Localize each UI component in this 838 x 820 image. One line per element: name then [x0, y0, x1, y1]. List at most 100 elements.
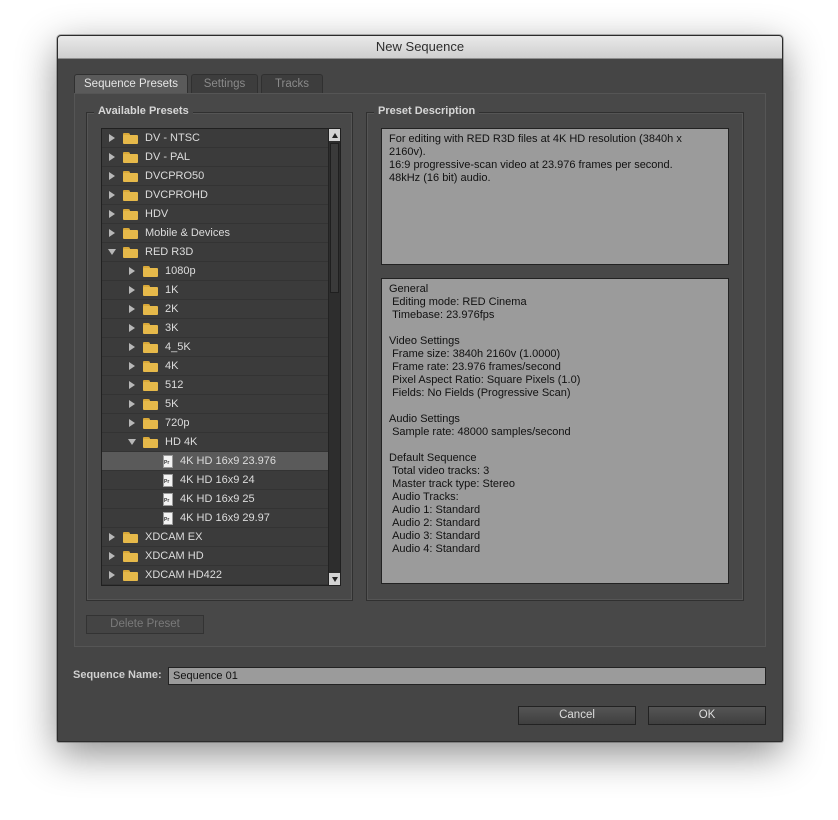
tab-tracks[interactable]: Tracks	[261, 74, 323, 93]
preset-folder-row[interactable]: HDV	[102, 205, 328, 224]
sequence-name-input[interactable]	[168, 667, 766, 685]
preset-folder-row[interactable]: RED R3D	[102, 243, 328, 262]
preset-label: HD 4K	[165, 436, 198, 448]
preset-label: 4K HD 16x9 24	[180, 474, 255, 486]
folder-icon	[143, 341, 158, 353]
preset-folder-row[interactable]: 2K	[102, 300, 328, 319]
preset-folder-row[interactable]: DV - PAL	[102, 148, 328, 167]
scroll-up-button[interactable]	[329, 129, 340, 141]
sequence-name-label: Sequence Name:	[73, 669, 162, 681]
presets-tree[interactable]: DV - NTSC DV - PAL DVCPRO50 DVCPROHD HDV Mobi…	[101, 128, 341, 586]
preset-folder-row[interactable]: 3K	[102, 319, 328, 338]
folder-icon	[143, 303, 158, 315]
preset-label: 5K	[165, 398, 179, 410]
scroll-down-button[interactable]	[329, 573, 340, 585]
preset-label: DVCPRO50	[145, 170, 205, 182]
disclosure-right-icon[interactable]	[107, 190, 117, 200]
disclosure-right-icon[interactable]	[107, 228, 117, 238]
preset-folder-row[interactable]: XDCAM HD	[102, 547, 328, 566]
ok-button[interactable]: OK	[648, 706, 766, 725]
preset-folder-row[interactable]: 1K	[102, 281, 328, 300]
folder-icon	[143, 322, 158, 334]
disclosure-right-icon[interactable]	[107, 171, 117, 181]
preset-label: 4K HD 16x9 29.97	[180, 512, 270, 524]
folder-icon	[143, 284, 158, 296]
preset-file-row[interactable]: Pr 4K HD 16x9 24	[102, 471, 328, 490]
preset-folder-row[interactable]: 4K	[102, 357, 328, 376]
available-presets-group: Available Presets DV - NTSC DV - PAL DVCPR…	[86, 105, 353, 601]
preset-file-row[interactable]: Pr 4K HD 16x9 25	[102, 490, 328, 509]
folder-icon	[123, 227, 138, 239]
disclosure-right-icon[interactable]	[127, 399, 137, 409]
preset-label: 2K	[165, 303, 179, 315]
preset-label: XDCAM EX	[145, 531, 203, 543]
preset-folder-row[interactable]: 720p	[102, 414, 328, 433]
preset-label: 4K	[165, 360, 179, 372]
disclosure-right-icon[interactable]	[127, 304, 137, 314]
preset-label: 1080p	[165, 265, 196, 277]
preset-label: DV - PAL	[145, 151, 191, 163]
preset-file-row[interactable]: Pr 4K HD 16x9 29.97	[102, 509, 328, 528]
folder-icon	[123, 151, 138, 163]
preset-folder-row[interactable]: DVCPROHD	[102, 186, 328, 205]
folder-icon	[123, 550, 138, 562]
scroll-thumb[interactable]	[330, 143, 339, 293]
preset-details-text: General Editing mode: RED Cinema Timebas…	[381, 278, 729, 584]
preset-label: 3K	[165, 322, 179, 334]
dialog-title: New Sequence	[58, 36, 782, 59]
preset-label: DV - NTSC	[145, 132, 200, 144]
disclosure-right-icon[interactable]	[127, 266, 137, 276]
preset-folder-row[interactable]: 512	[102, 376, 328, 395]
disclosure-right-icon[interactable]	[107, 133, 117, 143]
preset-folder-row[interactable]: XDCAM HD422	[102, 566, 328, 585]
disclosure-right-icon[interactable]	[127, 361, 137, 371]
disclosure-right-icon[interactable]	[127, 418, 137, 428]
preset-label: 4K HD 16x9 23.976	[180, 455, 277, 467]
preset-label: HDV	[145, 208, 169, 220]
folder-icon	[143, 379, 158, 391]
preset-folder-row[interactable]: DVCPRO50	[102, 167, 328, 186]
preset-label: 1K	[165, 284, 179, 296]
preset-label: Mobile & Devices	[145, 227, 230, 239]
folder-icon	[143, 436, 158, 448]
preset-folder-row[interactable]: 1080p	[102, 262, 328, 281]
folder-icon	[143, 360, 158, 372]
disclosure-right-icon[interactable]	[127, 342, 137, 352]
disclosure-down-icon[interactable]	[107, 247, 117, 257]
preset-label: 4_5K	[165, 341, 191, 353]
disclosure-right-icon[interactable]	[107, 532, 117, 542]
folder-icon	[143, 417, 158, 429]
premiere-file-icon: Pr	[163, 473, 173, 487]
cancel-button[interactable]: Cancel	[518, 706, 636, 725]
preset-label: 4K HD 16x9 25	[180, 493, 255, 505]
delete-preset-button[interactable]: Delete Preset	[86, 615, 204, 634]
disclosure-right-icon[interactable]	[107, 209, 117, 219]
preset-folder-row[interactable]: 5K	[102, 395, 328, 414]
tree-scrollbar[interactable]	[328, 129, 340, 585]
disclosure-right-icon[interactable]	[127, 285, 137, 295]
preset-folder-row[interactable]: Mobile & Devices	[102, 224, 328, 243]
preset-folder-row[interactable]: DV - NTSC	[102, 129, 328, 148]
preset-folder-row[interactable]: 4_5K	[102, 338, 328, 357]
disclosure-right-icon[interactable]	[127, 380, 137, 390]
folder-icon	[143, 265, 158, 277]
tab-sequence-presets[interactable]: Sequence Presets	[74, 74, 188, 94]
folder-icon	[123, 189, 138, 201]
disclosure-right-icon[interactable]	[107, 551, 117, 561]
disclosure-right-icon[interactable]	[107, 570, 117, 580]
disclosure-right-icon[interactable]	[127, 323, 137, 333]
preset-file-row[interactable]: Pr 4K HD 16x9 23.976	[102, 452, 328, 471]
preset-description-title: Preset Description	[374, 105, 480, 117]
disclosure-down-icon[interactable]	[127, 437, 137, 447]
preset-label: RED R3D	[145, 246, 194, 258]
preset-folder-row[interactable]: HD 4K	[102, 433, 328, 452]
folder-icon	[123, 208, 138, 220]
arrow-up-icon	[331, 132, 338, 138]
disclosure-right-icon[interactable]	[107, 152, 117, 162]
folder-icon	[123, 170, 138, 182]
preset-folder-row[interactable]: XDCAM EX	[102, 528, 328, 547]
premiere-file-icon: Pr	[163, 511, 173, 525]
preset-label: XDCAM HD422	[145, 569, 223, 581]
preset-summary-text: For editing with RED R3D files at 4K HD …	[381, 128, 729, 265]
tab-settings[interactable]: Settings	[191, 74, 258, 93]
